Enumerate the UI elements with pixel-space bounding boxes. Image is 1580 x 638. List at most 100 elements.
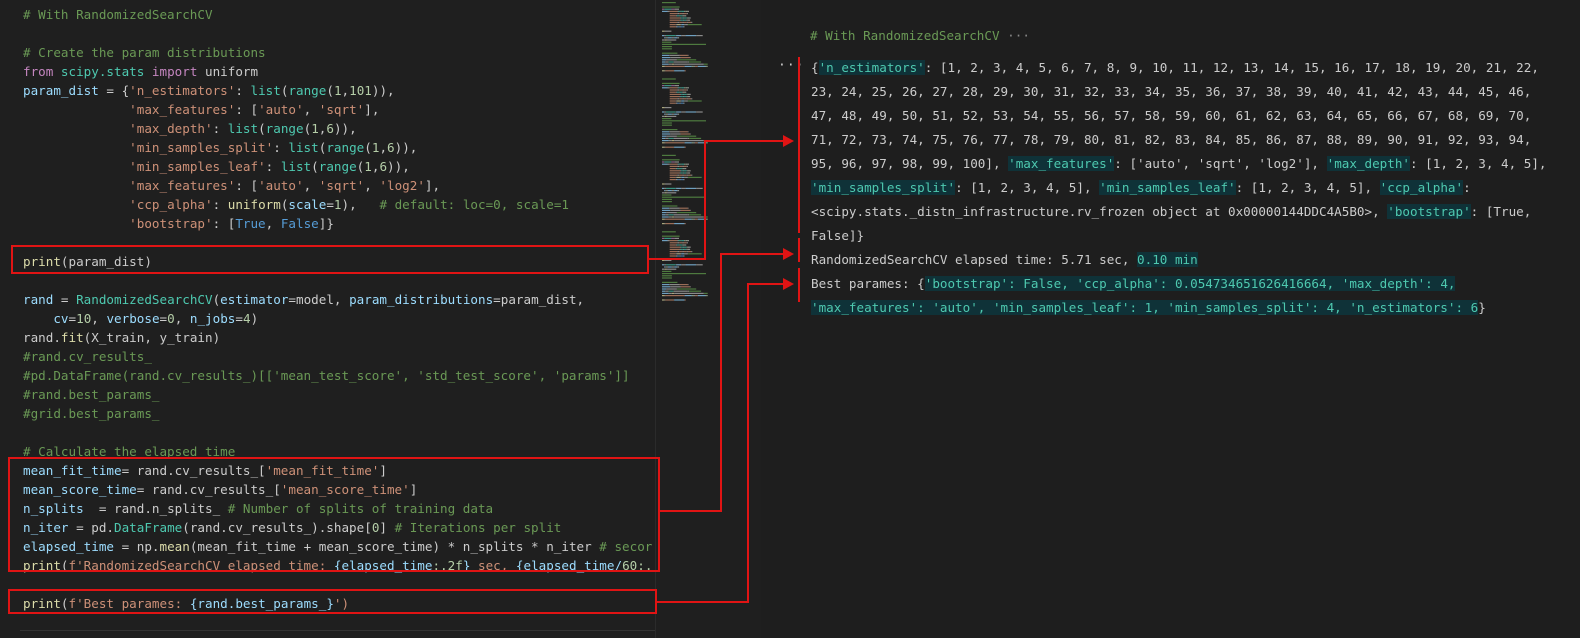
minimap-mark <box>687 98 692 100</box>
minimap-mark <box>671 8 675 10</box>
minimap-mark <box>691 295 694 297</box>
code-line-token: list <box>288 140 319 155</box>
minimap-mark <box>686 19 687 21</box>
minimap-mark <box>666 266 668 268</box>
code-line: 'max_depth': list(range(1,6)), <box>23 119 652 138</box>
minimap-mark <box>671 85 675 87</box>
minimap-mark <box>662 235 680 237</box>
minimap-mark <box>684 87 685 89</box>
minimap-mark <box>680 248 683 250</box>
minimap-mark <box>664 268 667 270</box>
minimap-mark <box>685 240 688 242</box>
minimap-mark <box>678 163 681 165</box>
minimap-mark <box>684 246 687 248</box>
minimap-mark <box>674 8 679 10</box>
minimap-mark <box>679 179 681 181</box>
minimap-mark <box>672 266 673 268</box>
more-icon[interactable]: ··· <box>1007 28 1030 43</box>
minimap-mark <box>675 102 678 104</box>
minimap-mark <box>662 154 676 156</box>
code-line-token: 0 <box>167 311 175 326</box>
code-line-token: fit <box>60 330 84 345</box>
code-line-token: , <box>341 83 350 98</box>
minimap-mark <box>706 295 708 297</box>
minimap-mark <box>681 253 685 255</box>
minimap-mark <box>679 242 683 244</box>
connector-line <box>720 253 786 255</box>
minimap-mark <box>668 63 672 65</box>
minimap-mark <box>674 37 678 39</box>
minimap-mark <box>675 91 677 93</box>
output-text-token: Best parames: { <box>811 276 925 291</box>
minimap-mark <box>680 163 682 165</box>
minimap-mark <box>679 102 681 104</box>
minimap-mark <box>689 214 702 216</box>
minimap-mark <box>679 207 688 209</box>
minimap-mark <box>680 10 682 12</box>
annotation-box-elapsed-time <box>8 457 660 572</box>
output-actions-icon[interactable]: ··· <box>778 58 804 73</box>
minimap-mark <box>677 255 680 257</box>
cell-output-text: {'n_estimators': [1, 2, 3, 4, 5, 6, 7, 8… <box>811 56 1571 320</box>
code-line-token: 6 <box>379 159 388 174</box>
minimap-mark <box>669 15 676 17</box>
minimap-mark <box>681 240 685 242</box>
minimap-mark <box>696 111 703 113</box>
minimap-mark <box>682 165 684 167</box>
minimap-mark <box>664 107 672 109</box>
minimap-mark <box>669 246 681 248</box>
connector-line <box>747 283 786 285</box>
code-line-token <box>23 197 129 212</box>
code-line-token: list <box>227 121 259 136</box>
minimap-mark <box>668 61 674 63</box>
minimap-mark <box>687 163 689 165</box>
minimap-mark <box>676 253 681 255</box>
minimap-mark <box>679 91 683 93</box>
minimap-mark <box>675 179 678 181</box>
minimap-mark <box>705 65 707 67</box>
minimap-mark <box>669 87 678 89</box>
minimap-mark <box>673 290 688 292</box>
code-line-token: #grid.best_params_ <box>23 406 160 421</box>
annotation-box-print-param-dist <box>11 245 649 274</box>
output-line: 'min_samples_split': [1, 2, 3, 4, 5], 'm… <box>811 176 1571 200</box>
output-marker-elapsed-time <box>798 238 800 262</box>
minimap-mark <box>706 142 708 144</box>
minimap-mark <box>662 209 671 211</box>
minimap-mark <box>669 100 676 102</box>
minimap-mark <box>667 10 670 12</box>
code-line: #pd.DataFrame(rand.cv_results_)[['mean_t… <box>23 366 652 385</box>
minimap[interactable] <box>655 0 762 638</box>
minimap-mark <box>662 54 670 56</box>
minimap-mark <box>671 161 675 163</box>
minimap-mark <box>669 240 678 242</box>
minimap-mark <box>685 87 686 89</box>
output-text-token: False]} <box>811 228 865 243</box>
minimap-mark <box>679 165 683 167</box>
minimap-mark <box>680 26 684 28</box>
minimap-mark <box>665 187 676 189</box>
output-cell-header[interactable]: # With RandomizedSearchCV ··· <box>810 28 1030 43</box>
output-text-token: : [True, <box>1470 204 1532 219</box>
minimap-mark <box>693 295 695 297</box>
minimap-mark <box>680 240 682 242</box>
minimap-mark <box>674 216 704 218</box>
minimap-mark <box>683 174 687 176</box>
minimap-mark <box>668 266 672 268</box>
output-text-token: : ['auto', 'sqrt', 'log2'], <box>1114 156 1327 171</box>
minimap-mark <box>679 13 683 15</box>
minimap-mark <box>684 168 687 170</box>
minimap-mark <box>690 133 691 135</box>
minimap-mark <box>662 201 672 203</box>
minimap-mark <box>665 264 676 266</box>
code-line-token: 10 <box>76 311 92 326</box>
minimap-mark <box>674 113 678 115</box>
code-line-token: )), <box>371 83 395 98</box>
minimap-mark <box>687 174 692 176</box>
output-line: False]} <box>811 224 1571 248</box>
minimap-mark <box>662 63 669 65</box>
minimap-mark <box>666 115 677 117</box>
cell-divider <box>20 630 655 631</box>
minimap-mark <box>679 244 683 246</box>
